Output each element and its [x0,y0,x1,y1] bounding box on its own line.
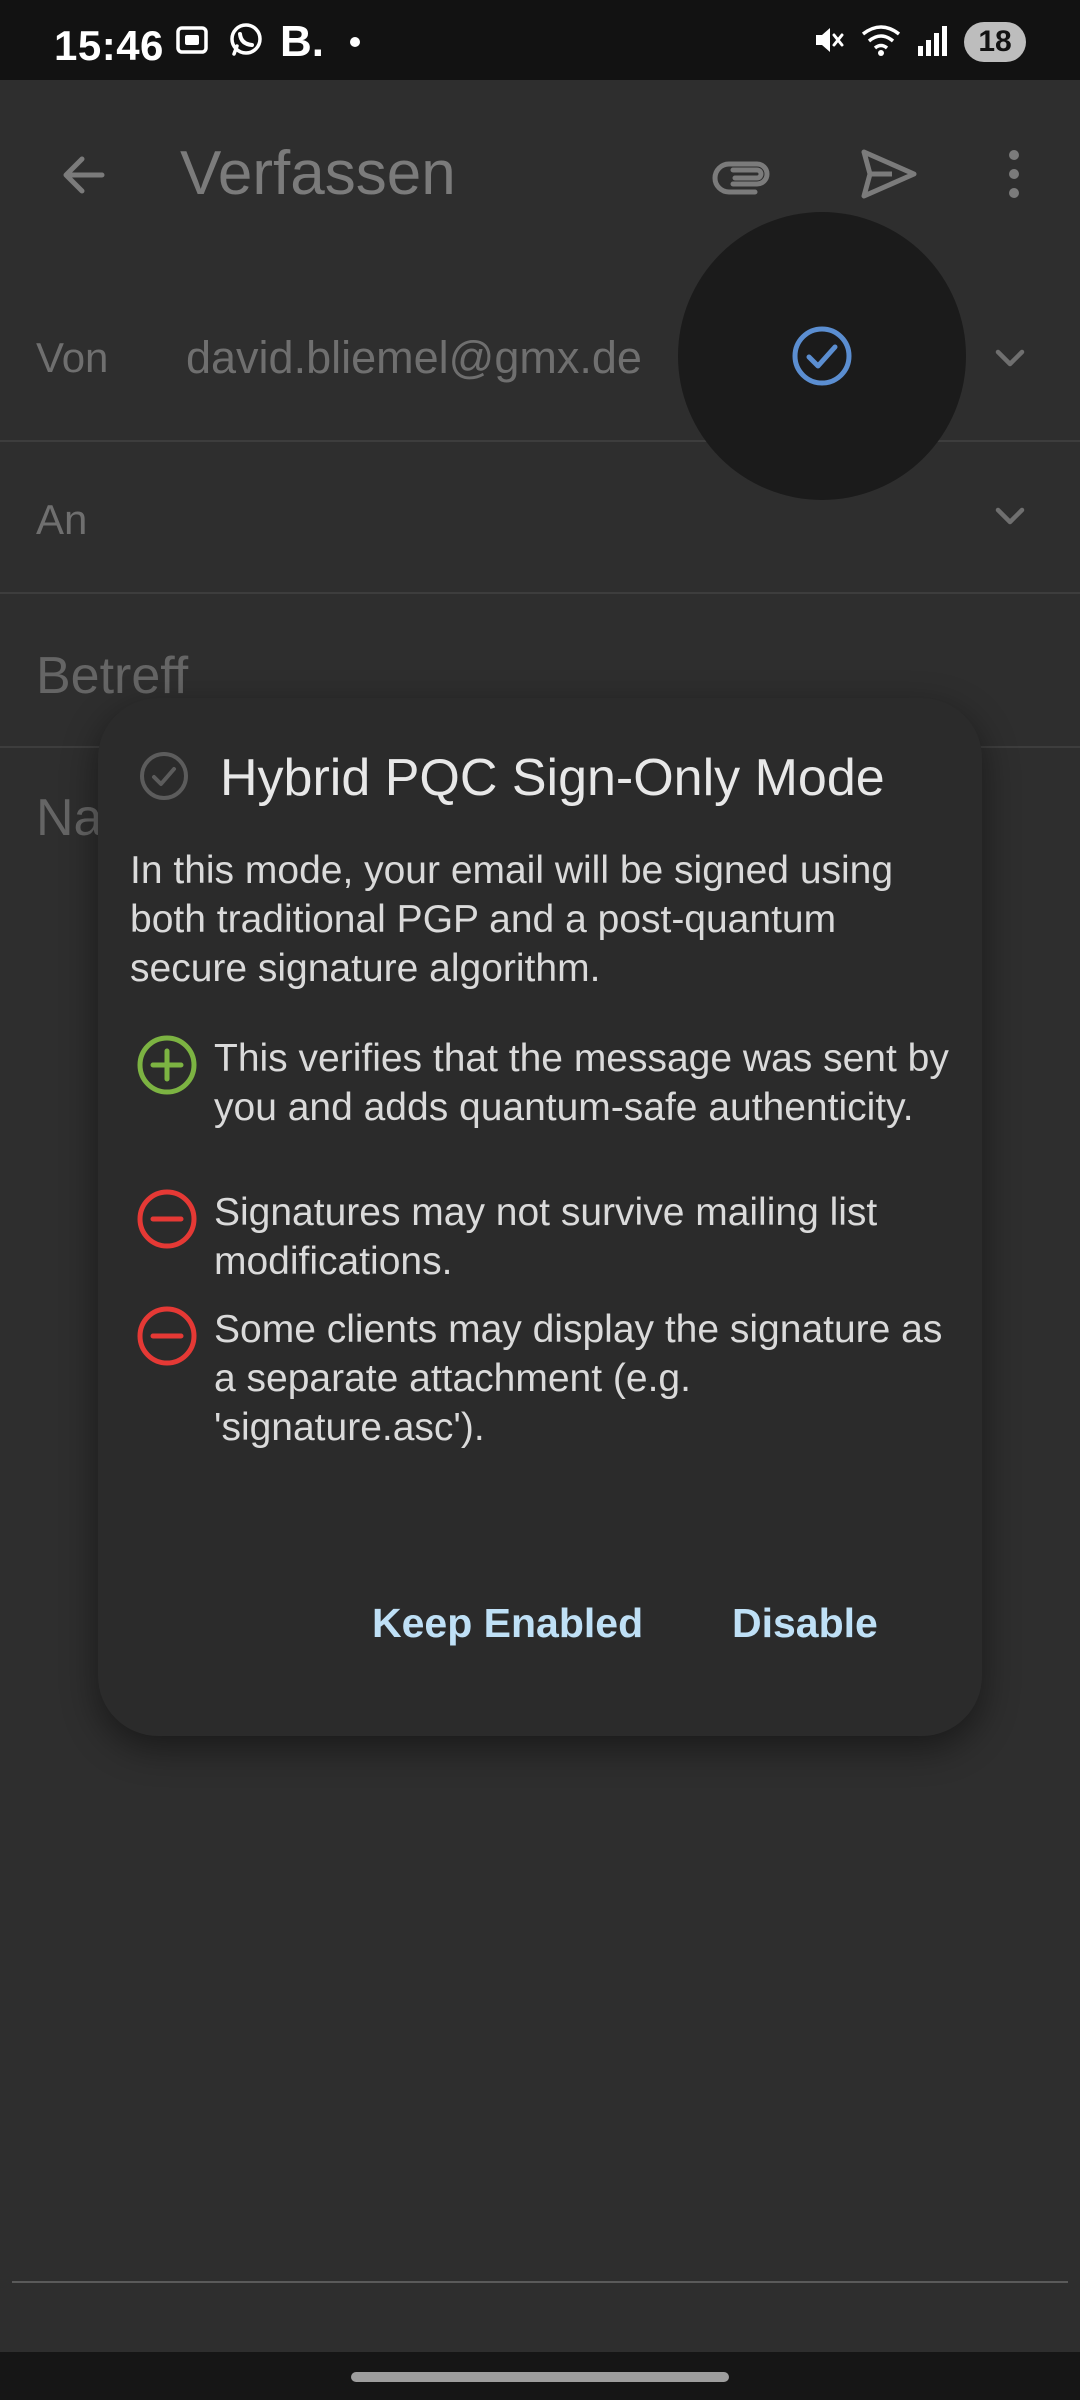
mute-icon [810,22,846,63]
wifi-icon [860,22,902,63]
battery-indicator: 18 [964,22,1026,62]
body-field[interactable]: Na [36,788,102,848]
send-icon [861,149,917,199]
chevron-down-icon [995,349,1025,367]
encryption-mode-button[interactable] [678,212,966,500]
con-point: Some clients may display the signature a… [214,1308,943,1449]
disable-button[interactable]: Disable [714,1578,896,1668]
status-time: 15:46 [54,22,164,69]
pqc-mode-dialog: Hybrid PQC Sign-Only Mode In this mode, … [98,698,982,1736]
keep-enabled-button[interactable]: Keep Enabled [354,1578,661,1668]
screenshot-icon [172,20,212,65]
check-circle-icon [140,752,188,800]
con-point: Signatures may not survive mailing list … [214,1191,878,1283]
app-notification-glyph: B. [280,17,324,66]
dialog-title: Hybrid PQC Sign-Only Mode [220,749,885,807]
dialog-description: In this mode, your email will be signed … [130,849,894,990]
divider [12,2281,1068,2283]
from-account-field[interactable]: david.bliemel@gmx.de [186,332,642,384]
page-title: Verfassen [180,139,456,208]
to-label: An [36,496,88,543]
minus-circle-icon [137,1189,197,1249]
more-options-button[interactable] [972,132,1056,216]
more-vert-icon [1009,150,1019,198]
from-dropdown-button[interactable] [980,328,1040,388]
whatsapp-icon [226,20,266,65]
screen: 15:46 B. 18 Verfassen Von david.bliemel@… [0,0,1080,2400]
status-bar: 15:46 B. 18 [0,0,1080,80]
to-dropdown-button[interactable] [980,486,1040,546]
subject-field[interactable]: Betreff [36,646,188,706]
from-label: Von [36,334,109,381]
status-right-icons: 18 [810,20,1026,64]
navigation-bar [0,2352,1080,2400]
pro-point: This verifies that the message was sent … [214,1037,949,1129]
more-notifications-dot [350,37,360,47]
attach-icon [712,161,770,195]
arrow-back-icon [63,156,105,194]
gesture-handle[interactable] [351,2372,729,2382]
status-left-icons: B. [172,20,360,64]
minus-circle-icon [137,1306,197,1366]
chevron-down-icon [995,507,1025,525]
app-bar: Verfassen [0,80,1080,276]
to-row: An [0,442,1080,594]
send-button[interactable] [846,132,930,216]
plus-circle-icon [137,1035,197,1095]
signal-icon [916,22,950,63]
attach-button[interactable] [701,132,785,216]
check-circle-icon [792,326,852,386]
back-button[interactable] [44,135,124,215]
